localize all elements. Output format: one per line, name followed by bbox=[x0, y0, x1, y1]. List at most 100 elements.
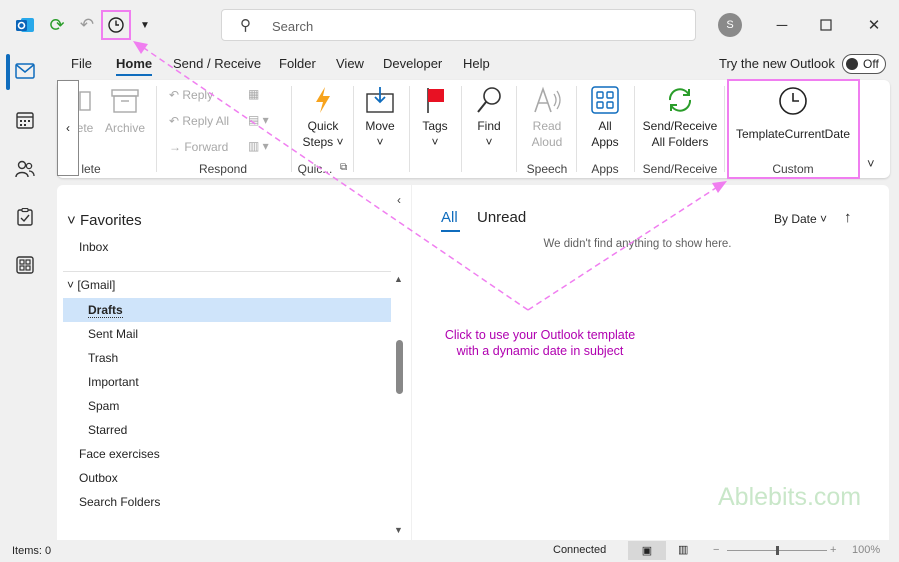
try-new-outlook-toggle[interactable]: Off bbox=[842, 54, 886, 74]
close-icon[interactable]: ✕ bbox=[861, 12, 887, 38]
ribbon-separator bbox=[576, 86, 577, 172]
calendar-icon[interactable] bbox=[8, 103, 42, 137]
scroll-down-arrow-icon[interactable]: ▼ bbox=[394, 525, 403, 535]
send-receive-label-1: Send/Receive bbox=[642, 119, 718, 133]
more-respond-icon[interactable]: ▥ ▾ bbox=[248, 139, 269, 153]
folder-spam[interactable]: Spam bbox=[88, 399, 119, 413]
gmail-label: [Gmail] bbox=[77, 278, 116, 292]
try-new-outlook-label: Try the new Outlook bbox=[719, 56, 835, 71]
template-quick-access-clock-icon[interactable] bbox=[101, 10, 131, 40]
im-icon[interactable]: ▤ ▾ bbox=[248, 113, 269, 127]
send-receive-label-2: All Folders bbox=[651, 135, 709, 149]
folder-important[interactable]: Important bbox=[88, 375, 139, 389]
forward-label: Forward bbox=[184, 140, 229, 154]
tab-all[interactable]: All bbox=[441, 209, 458, 226]
tab-help[interactable]: Help bbox=[463, 56, 490, 76]
ribbon-scroll-left-chevron-icon[interactable]: ‹ bbox=[57, 80, 79, 176]
reply-all-button[interactable]: ↶ Reply All bbox=[169, 114, 229, 128]
send-receive-group-label: Send/Receive bbox=[642, 162, 718, 176]
all-apps-icon bbox=[581, 86, 629, 116]
chevron-down-icon: ˅ bbox=[820, 212, 828, 226]
folder-inbox[interactable]: Inbox bbox=[79, 240, 108, 254]
find-button[interactable]: Find ˅ bbox=[467, 86, 511, 150]
delete-group-label: lete bbox=[81, 162, 101, 176]
zoom-slider-thumb[interactable] bbox=[776, 546, 779, 555]
tab-unread[interactable]: Unread bbox=[477, 209, 526, 226]
folder-drafts[interactable]: Drafts bbox=[88, 303, 123, 318]
read-aloud-button[interactable]: Read Aloud bbox=[521, 86, 573, 150]
favorites-chevron-icon: ˅ bbox=[67, 212, 80, 229]
tab-folder[interactable]: Folder bbox=[279, 56, 316, 76]
ribbon-separator bbox=[291, 86, 292, 172]
people-icon[interactable] bbox=[8, 152, 42, 186]
zoom-out-icon[interactable]: − bbox=[713, 544, 719, 556]
customize-toolbar-chevron-icon[interactable]: ▼ bbox=[132, 12, 158, 38]
gmail-account-header[interactable]: ˅ [Gmail] bbox=[67, 278, 115, 292]
dialog-launcher-icon[interactable]: ⧉ bbox=[340, 162, 347, 173]
gmail-chevron-icon: ˅ bbox=[67, 278, 78, 292]
empty-message: We didn't find anything to show here. bbox=[543, 238, 732, 250]
forward-button[interactable]: → Forward bbox=[169, 140, 228, 154]
archive-button[interactable]: Archive bbox=[101, 88, 149, 136]
favorites-label: Favorites bbox=[79, 212, 142, 229]
folder-face-exercises[interactable]: Face exercises bbox=[79, 447, 160, 461]
avatar[interactable]: S bbox=[718, 13, 742, 37]
tab-home[interactable]: Home bbox=[116, 56, 153, 76]
sync-icon[interactable]: ⟳ bbox=[44, 12, 70, 38]
toggle-knob bbox=[846, 58, 858, 70]
meeting-icon[interactable]: ▦ bbox=[248, 87, 259, 101]
template-current-date-button[interactable]: TemplateCurrentDate bbox=[731, 86, 855, 142]
move-icon bbox=[359, 86, 401, 116]
normal-view-icon[interactable]: ▣ bbox=[628, 541, 666, 560]
ribbon-separator bbox=[353, 86, 354, 172]
reading-view-icon[interactable]: ▥ bbox=[678, 543, 688, 556]
status-bar: Items: 0 Connected ▣ ▥ − + 100% bbox=[0, 540, 899, 562]
favorites-header[interactable]: ˅ Favorites bbox=[67, 212, 142, 229]
tasks-icon[interactable] bbox=[8, 200, 42, 234]
search-icon: ⚲ bbox=[240, 17, 251, 34]
minimize-icon[interactable]: ─ bbox=[769, 12, 795, 38]
all-apps-label-1: All bbox=[598, 119, 612, 133]
folder-scrollbar-thumb[interactable] bbox=[396, 340, 403, 394]
folder-outbox[interactable]: Outbox bbox=[79, 471, 118, 485]
collapse-pane-chevron-icon[interactable]: ‹ bbox=[397, 193, 401, 207]
find-icon bbox=[467, 86, 511, 116]
zoom-in-icon[interactable]: + bbox=[830, 544, 836, 556]
search-input[interactable]: ⚲ Search bbox=[221, 9, 696, 41]
ribbon-separator bbox=[156, 86, 157, 172]
archive-label: Archive bbox=[104, 121, 145, 135]
maximize-icon[interactable] bbox=[813, 12, 839, 38]
tags-button[interactable]: Tags ˅ bbox=[413, 86, 457, 150]
read-aloud-icon bbox=[521, 86, 573, 116]
folder-starred[interactable]: Starred bbox=[88, 423, 127, 437]
mail-icon[interactable] bbox=[8, 54, 42, 88]
folder-pane: ‹ ˅ Favorites Inbox ˅ [Gmail] Drafts Sen… bbox=[57, 185, 411, 540]
sort-direction-arrow-icon[interactable]: ↑ bbox=[844, 209, 852, 226]
move-button[interactable]: Move ˅ bbox=[359, 86, 401, 150]
annotation-text: Click to use your Outlook template with … bbox=[420, 327, 660, 359]
scroll-up-arrow-icon[interactable]: ▲ bbox=[394, 274, 403, 284]
sort-by-date-dropdown[interactable]: By Date ˅ bbox=[774, 212, 827, 226]
tab-file[interactable]: File bbox=[71, 56, 92, 76]
reply-button[interactable]: ↶ Reply bbox=[169, 88, 213, 102]
send-receive-all-button[interactable]: Send/Receive All Folders bbox=[640, 86, 720, 150]
move-label: Move bbox=[365, 119, 395, 133]
send-receive-icon bbox=[640, 86, 720, 116]
tab-developer[interactable]: Developer bbox=[383, 56, 442, 76]
apps-grid-icon[interactable] bbox=[8, 248, 42, 282]
folder-search-folders[interactable]: Search Folders bbox=[79, 495, 160, 509]
annotation-line-1: Click to use your Outlook template bbox=[444, 328, 636, 342]
reply-all-label: Reply All bbox=[182, 114, 230, 128]
ribbon-separator bbox=[516, 86, 517, 172]
tab-view[interactable]: View bbox=[336, 56, 364, 76]
tab-send-receive[interactable]: Send / Receive bbox=[173, 56, 261, 76]
ribbon-expand-chevron-icon[interactable]: ˅ bbox=[867, 156, 875, 171]
search-placeholder: Search bbox=[272, 19, 314, 34]
folder-sent-mail[interactable]: Sent Mail bbox=[88, 327, 138, 341]
quick-steps-label-2: Steps bbox=[302, 135, 334, 149]
quick-steps-button[interactable]: Quick Steps ˅ bbox=[297, 86, 349, 150]
folder-trash[interactable]: Trash bbox=[88, 351, 118, 365]
undo-icon[interactable]: ↶ bbox=[74, 12, 100, 38]
reply-label: Reply bbox=[182, 88, 214, 102]
all-apps-button[interactable]: All Apps bbox=[581, 86, 629, 150]
